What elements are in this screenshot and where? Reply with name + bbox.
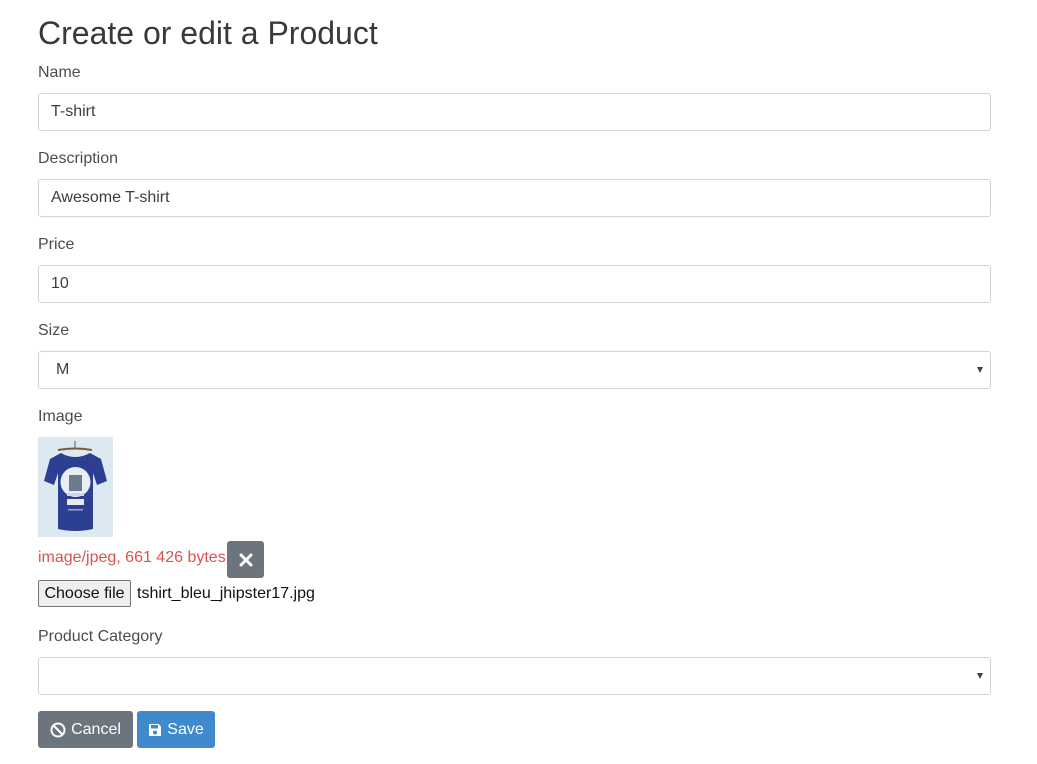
description-field-wrapper	[38, 179, 991, 217]
selected-file-name: tshirt_bleu_jhipster17.jpg	[137, 585, 315, 602]
cancel-button[interactable]: Cancel	[38, 711, 133, 748]
price-label: Price	[38, 236, 75, 253]
name-input[interactable]	[39, 94, 990, 130]
save-label: Save	[167, 720, 204, 738]
caret-down-icon	[977, 367, 983, 373]
name-field-wrapper	[38, 93, 991, 131]
price-input[interactable]	[39, 266, 990, 302]
image-metadata: image/jpeg, 661 426 bytes	[38, 549, 226, 566]
floppy-disk-icon	[148, 723, 162, 737]
description-input[interactable]	[39, 180, 990, 216]
description-label: Description	[38, 150, 119, 167]
image-label: Image	[38, 408, 83, 425]
choose-file-button[interactable]: Choose file	[38, 580, 131, 607]
ban-icon	[50, 722, 66, 738]
clear-image-button[interactable]	[227, 541, 264, 578]
page-title: Create or edit a Product	[38, 15, 378, 51]
size-selected-value: M	[56, 361, 70, 378]
caret-down-icon	[977, 673, 983, 679]
save-button[interactable]: Save	[137, 711, 215, 748]
price-field-wrapper	[38, 265, 991, 303]
cancel-label: Cancel	[71, 720, 121, 738]
times-icon	[239, 553, 252, 566]
tshirt-image	[38, 437, 113, 537]
name-label: Name	[38, 64, 81, 81]
product-category-label: Product Category	[38, 628, 163, 645]
product-image-thumbnail	[38, 437, 113, 537]
size-label: Size	[38, 322, 70, 339]
size-select[interactable]: M	[38, 351, 991, 389]
product-category-select[interactable]	[38, 657, 991, 695]
